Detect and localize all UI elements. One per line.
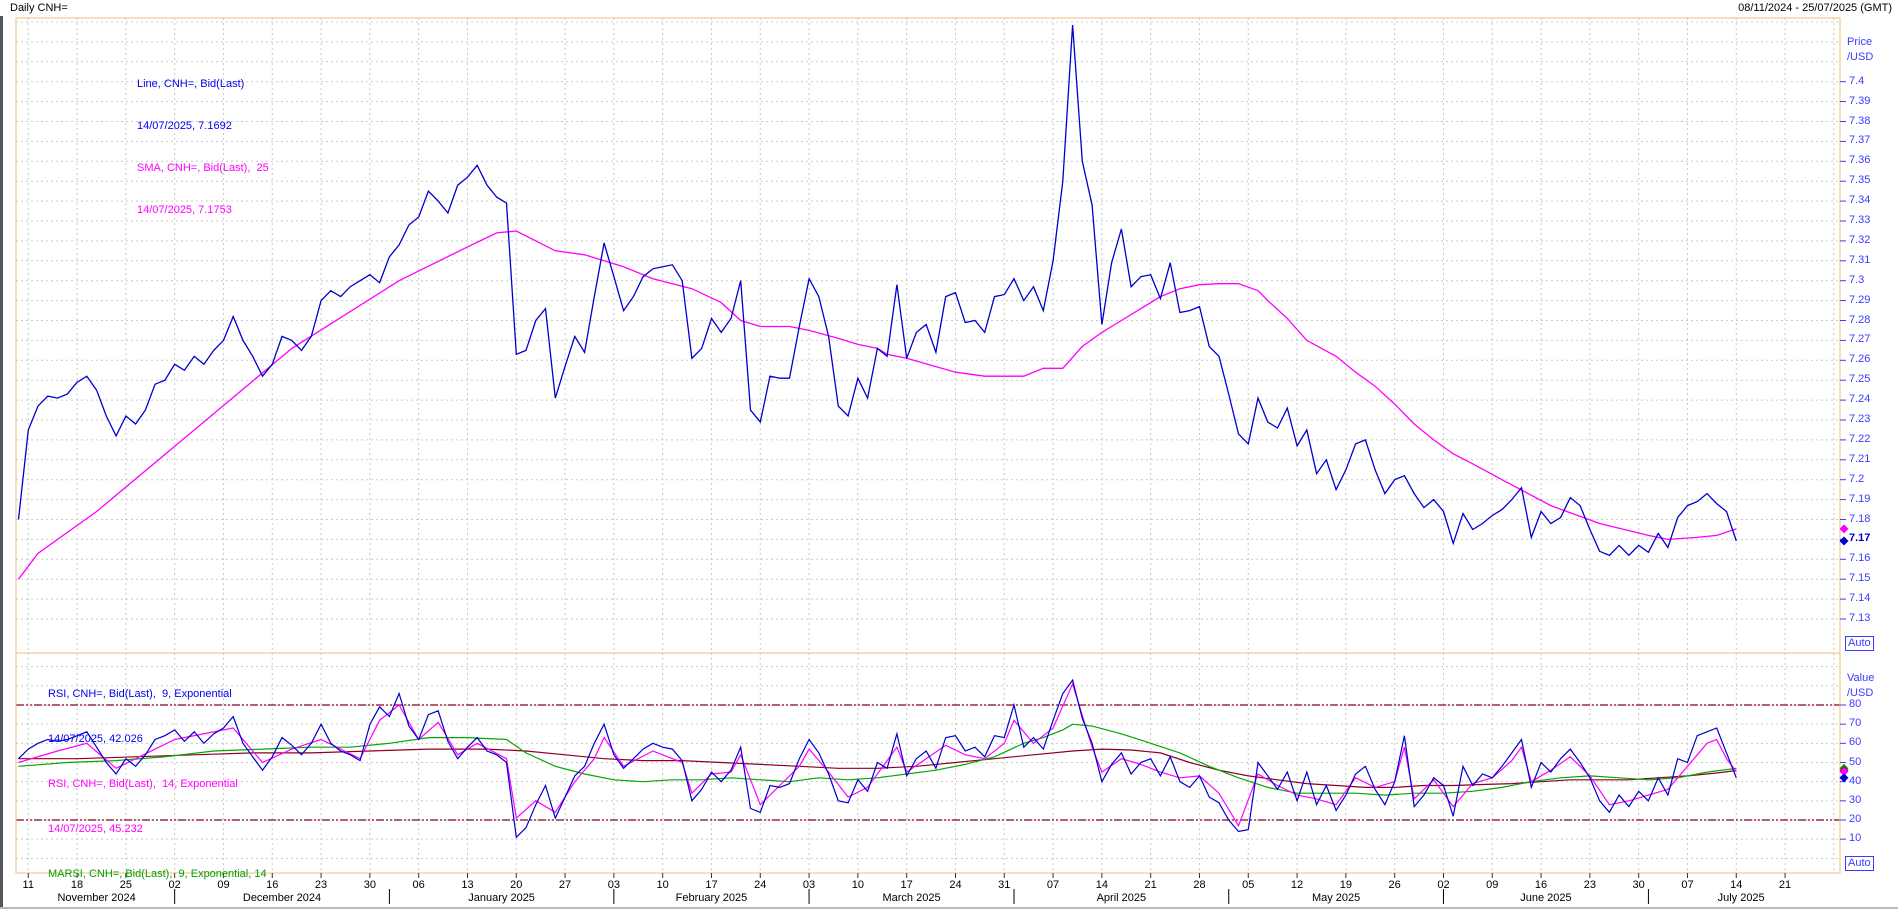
price-axis-unit-line1: Price [1847,36,1872,48]
price-axis-auto-button[interactable]: Auto [1845,636,1874,651]
chart-plot-area[interactable] [0,0,1898,909]
rsi-series-rsi [19,680,1737,837]
chart-window: Daily CNH= 08/11/2024 - 25/07/2025 (GMT)… [0,0,1898,909]
rsi-axis-unit-line2: /USD [1847,687,1873,699]
current-value-marker-icon [1840,524,1849,533]
price-line [19,25,1737,555]
gridlines [16,18,1840,873]
rsi-axis-auto-button[interactable]: Auto [1845,856,1874,871]
current-value-marker-icon [1840,773,1849,782]
price-axis-unit-line2: /USD [1847,51,1873,63]
current-value-marker-icon [1840,536,1849,545]
price-panel-border [16,18,1840,653]
sma25-line [19,231,1737,579]
rsi-axis-unit-line1: Value [1847,672,1874,684]
